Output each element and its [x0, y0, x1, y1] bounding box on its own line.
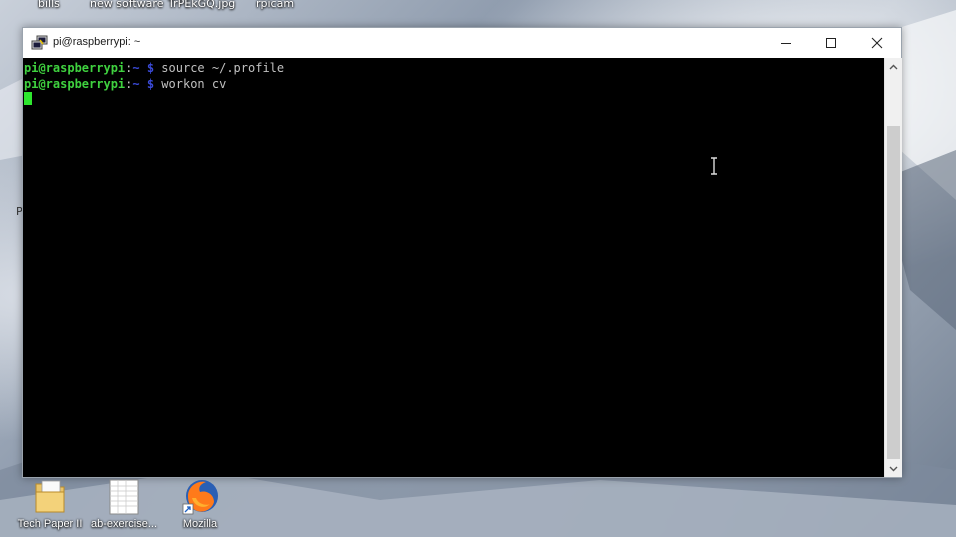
chevron-down-icon — [889, 466, 898, 471]
terminal-cursor — [24, 92, 32, 105]
desktop-icon-ab-exercise[interactable]: ab-exercise... — [87, 478, 161, 530]
desktop-icon-label: ab-exercise... — [90, 518, 158, 530]
putty-icon — [31, 35, 48, 50]
scroll-up-button[interactable] — [885, 58, 902, 75]
command-text: source ~/.profile — [154, 61, 285, 75]
desktop-label-rpicam[interactable]: rpicam — [256, 0, 294, 10]
vertical-scrollbar[interactable] — [884, 58, 902, 477]
folder-document-icon — [35, 480, 65, 513]
spreadsheet-file-icon — [109, 479, 139, 515]
prompt-path: ~ $ — [132, 61, 155, 75]
desktop-top-labels: bills new software TrPEkGQ.jpg rpicam — [0, 0, 956, 11]
desktop-label-new-software[interactable]: new software — [90, 0, 163, 10]
desktop-label-image-file[interactable]: TrPEkGQ.jpg — [168, 0, 235, 10]
chevron-up-icon — [889, 64, 898, 69]
maximize-icon — [826, 38, 836, 48]
desktop-icon-label: Mozilla — [182, 518, 218, 530]
desktop-icon-mozilla[interactable]: Mozilla — [163, 478, 237, 530]
terminal-window: pi@raspberrypi: ~ pi@raspberrypi:~ $ sou… — [22, 27, 902, 478]
scroll-down-button[interactable] — [885, 460, 902, 477]
window-titlebar[interactable]: pi@raspberrypi: ~ — [23, 28, 901, 58]
terminal-line-2: pi@raspberrypi:~ $ workon cv — [24, 76, 226, 92]
terminal-output[interactable]: pi@raspberrypi:~ $ source ~/.profile pi@… — [23, 58, 884, 477]
scroll-thumb[interactable] — [887, 126, 900, 459]
close-icon — [871, 37, 883, 49]
window-title: pi@raspberrypi: ~ — [53, 36, 141, 48]
minimize-button[interactable] — [763, 28, 809, 58]
close-button[interactable] — [854, 28, 900, 58]
desktop-label-bills[interactable]: bills — [38, 0, 60, 10]
desktop-icon-label: Tech Paper II — [17, 518, 83, 530]
command-text: workon cv — [154, 77, 227, 91]
prompt-user: pi@raspberrypi — [24, 77, 126, 91]
firefox-icon — [182, 480, 218, 515]
terminal-line-1: pi@raspberrypi:~ $ source ~/.profile — [24, 60, 284, 76]
prompt-path: ~ $ — [132, 77, 155, 91]
maximize-button[interactable] — [808, 28, 854, 58]
ibeam-cursor-icon — [711, 157, 717, 175]
prompt-user: pi@raspberrypi — [24, 61, 126, 75]
desktop-icon-tech-paper[interactable]: Tech Paper II — [13, 478, 87, 530]
minimize-icon — [781, 43, 791, 44]
